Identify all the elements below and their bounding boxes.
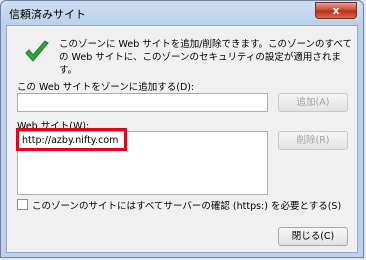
highlight-box bbox=[16, 128, 127, 151]
title-bar[interactable]: 信頼済みサイト x bbox=[1, 1, 363, 25]
zone-description: このゾーンに Web サイトを追加/削除できます。このゾーンのすべての Web … bbox=[59, 39, 353, 76]
add-button[interactable]: 追加(A) bbox=[278, 93, 348, 112]
remove-button[interactable]: 削除(R) bbox=[278, 131, 348, 150]
checkmark-icon bbox=[25, 40, 49, 62]
https-checkbox-label[interactable]: このゾーンのサイトにはすべてサーバーの確認 (https:) を必要とする(S) bbox=[32, 198, 341, 212]
dialog-content: このゾーンに Web サイトを追加/削除できます。このゾーンのすべての Web … bbox=[6, 25, 358, 253]
window-title: 信頼済みサイト bbox=[9, 8, 86, 21]
window-close-button[interactable]: x bbox=[315, 2, 357, 19]
add-site-label: この Web サイトをゾーンに追加する(D): bbox=[17, 82, 195, 93]
close-button[interactable]: 閉じる(C) bbox=[278, 227, 348, 246]
dialog-window: 信頼済みサイト x このゾーンに Web サイトを追加/削除できます。このゾーン… bbox=[0, 0, 364, 258]
https-checkbox[interactable] bbox=[17, 199, 28, 210]
add-site-input[interactable] bbox=[17, 93, 268, 112]
